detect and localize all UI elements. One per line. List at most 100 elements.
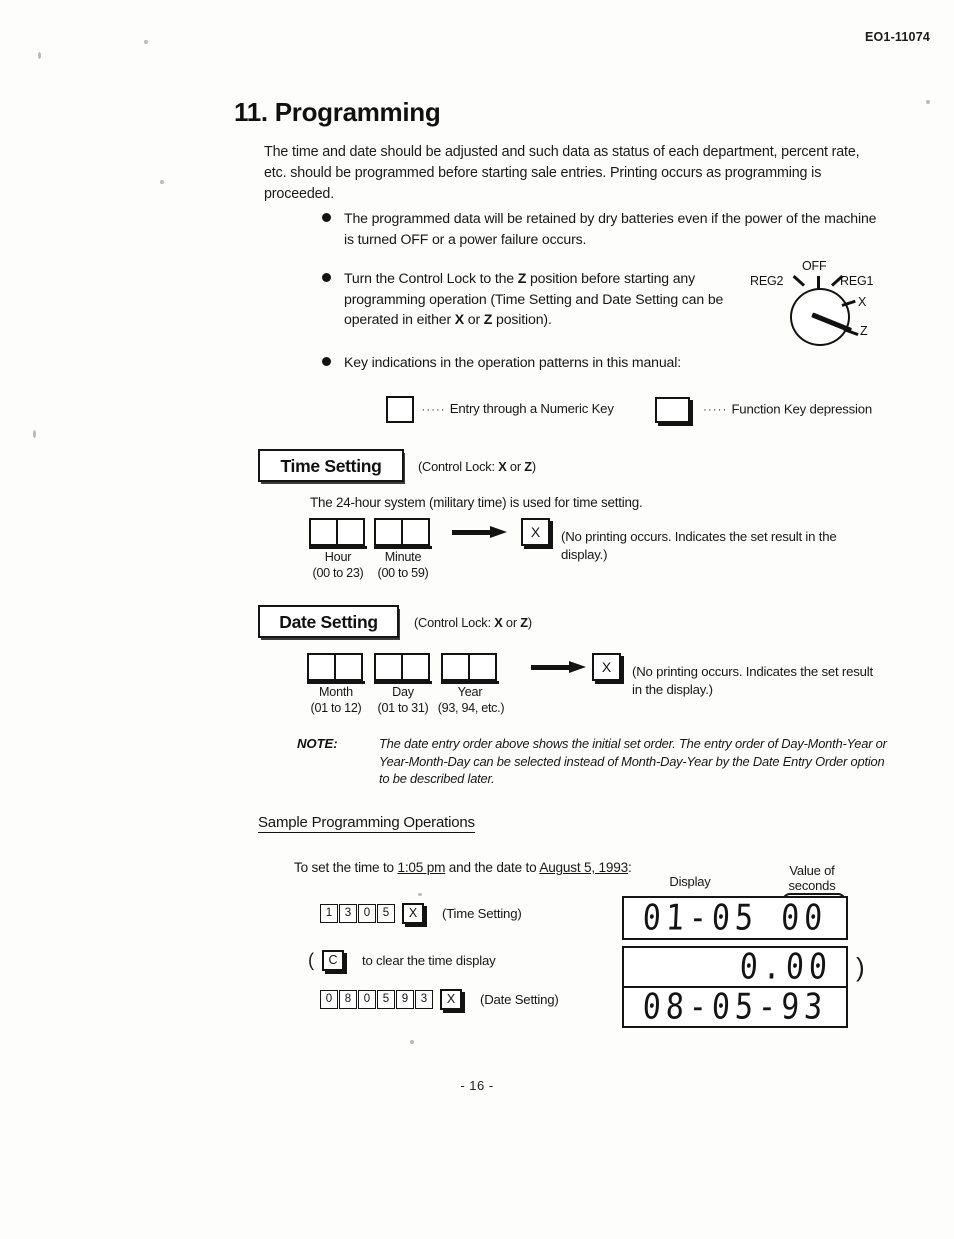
flow-arrow-icon — [452, 526, 508, 538]
lcd-display-date: 08-05-93 — [622, 986, 848, 1028]
date-month-box-group — [307, 653, 363, 681]
numeric-key[interactable]: 1 — [320, 904, 338, 923]
page-title: 11. Programming — [234, 97, 441, 128]
numeric-key[interactable]: 9 — [396, 990, 414, 1009]
sample-sub-post: : — [627, 860, 632, 875]
numeric-key[interactable]: 0 — [358, 904, 376, 923]
page-number: - 16 - — [460, 1078, 494, 1093]
numeric-key[interactable]: 5 — [377, 904, 395, 923]
cl-x: X — [494, 615, 503, 630]
scan-speck — [418, 893, 422, 896]
bullet-text: Key indications in the operation pattern… — [344, 353, 681, 370]
date-year-box-group — [441, 653, 497, 681]
time-setting-result-text: (No printing occurs. Indicates the set r… — [561, 529, 837, 562]
lcd-display-time: 01-05 00 — [622, 896, 848, 940]
scan-speck — [926, 100, 930, 104]
lcd-digits: 0.00 — [738, 946, 833, 988]
date-setting-result-text: (No printing occurs. Indicates the set r… — [632, 664, 873, 697]
scan-speck — [160, 180, 164, 184]
document-code: EO1-11074 — [864, 30, 930, 44]
time-hour-caption: Hour — [324, 550, 352, 564]
date-year-range: (93, 94, etc.) — [437, 701, 505, 715]
legend-dots: ····· — [421, 403, 446, 416]
entry-box[interactable] — [468, 653, 497, 681]
sequence-caption: (Time Setting) — [442, 906, 522, 921]
close-paren: ) — [856, 952, 865, 982]
note-body: The date entry order above shows the ini… — [379, 736, 887, 786]
date-month-underbar — [307, 681, 365, 684]
legend-dots: ····· — [703, 403, 728, 416]
entry-box[interactable] — [307, 653, 336, 681]
date-day-box-group — [374, 653, 430, 681]
function-key[interactable]: C — [322, 950, 344, 971]
bullet-dot-icon — [322, 213, 331, 222]
entry-box[interactable] — [401, 653, 430, 681]
open-paren: ( — [308, 950, 314, 970]
time-setting-description: The 24-hour system (military time) is us… — [310, 495, 643, 510]
entry-box[interactable] — [401, 518, 430, 546]
lcd-digits: 08-05-93 — [641, 986, 829, 1028]
date-day-underbar — [374, 681, 432, 684]
date-setting-sequence: 0 8 0 5 9 3 X (Date Setting) — [320, 989, 559, 1010]
time-setting-plate: Time Setting — [258, 449, 404, 482]
flow-arrow-icon — [531, 661, 587, 673]
bullet-bold-z: Z — [517, 270, 527, 286]
bullet-item-battery: The programmed data will be retained by … — [320, 208, 884, 249]
sequence-caption: to clear the time display — [362, 953, 496, 968]
function-key[interactable]: X — [402, 903, 424, 924]
time-setting-result-key[interactable]: X — [521, 518, 550, 546]
time-hour-underbar — [309, 546, 367, 549]
numeric-key[interactable]: 5 — [377, 990, 395, 1009]
sample-sub-date: August 5, 1993 — [539, 860, 628, 875]
date-setting-control-lock-note: (Control Lock: X or Z) — [414, 615, 532, 630]
numeric-key-glyph — [386, 396, 414, 423]
bullet-bold-z2: Z — [483, 311, 493, 327]
time-setting-control-lock-note: (Control Lock: X or Z) — [418, 459, 536, 474]
manual-page: EO1-11074 11. Programming The time and d… — [0, 0, 954, 1239]
sample-sub-time: 1:05 pm — [397, 860, 446, 875]
sample-heading: Sample Programming Operations — [258, 814, 475, 833]
numeric-key-caption: Entry through a Numeric Key — [449, 400, 614, 416]
numeric-key[interactable]: 3 — [415, 990, 433, 1009]
note-label: NOTE: — [297, 736, 338, 751]
dial-label-x: X — [858, 295, 867, 309]
date-setting-result-key[interactable]: X — [592, 653, 621, 681]
arrow-head — [490, 526, 507, 538]
numeric-key[interactable]: 8 — [339, 990, 357, 1009]
seconds-column-label: Value of seconds — [788, 863, 836, 893]
time-minute-box-group — [374, 518, 430, 546]
dial-label-off: OFF — [802, 259, 827, 273]
cl-z: Z — [524, 459, 532, 474]
numeric-key[interactable]: 3 — [339, 904, 357, 923]
scan-speck — [33, 430, 36, 438]
date-year-caption: Year — [457, 685, 483, 699]
cl-pre: (Control Lock: — [414, 615, 495, 630]
numeric-key[interactable]: 0 — [320, 990, 338, 1009]
function-key-glyph — [654, 396, 690, 423]
dial-tick-off — [817, 276, 820, 290]
entry-box[interactable] — [336, 518, 365, 546]
bullet-text-part4: position). — [492, 311, 552, 327]
cl-z: Z — [520, 615, 528, 630]
dial-label-z: Z — [860, 324, 868, 338]
intro-paragraph: The time and date should be adjusted and… — [264, 144, 860, 203]
entry-box[interactable] — [374, 518, 403, 546]
date-year-underbar — [441, 681, 499, 684]
dial-tick-reg2 — [792, 275, 806, 287]
numeric-key[interactable]: 0 — [358, 990, 376, 1009]
entry-box[interactable] — [334, 653, 363, 681]
function-key[interactable]: X — [440, 989, 462, 1010]
bullet-text-part3: or — [464, 311, 484, 327]
scan-speck — [38, 52, 41, 59]
lcd-display-cleared: 0.00 — [622, 946, 848, 988]
arrow-head — [569, 661, 586, 673]
date-month-caption: Month — [318, 685, 353, 699]
entry-box[interactable] — [374, 653, 403, 681]
bullet-item-key-indications: Key indications in the operation pattern… — [320, 352, 884, 373]
date-setting-plate: Date Setting — [258, 605, 399, 638]
cl-mid: or — [502, 615, 521, 630]
entry-box[interactable] — [441, 653, 470, 681]
entry-box[interactable] — [309, 518, 338, 546]
time-minute-caption: Minute — [384, 550, 422, 564]
bullet-dot-icon — [322, 273, 331, 282]
